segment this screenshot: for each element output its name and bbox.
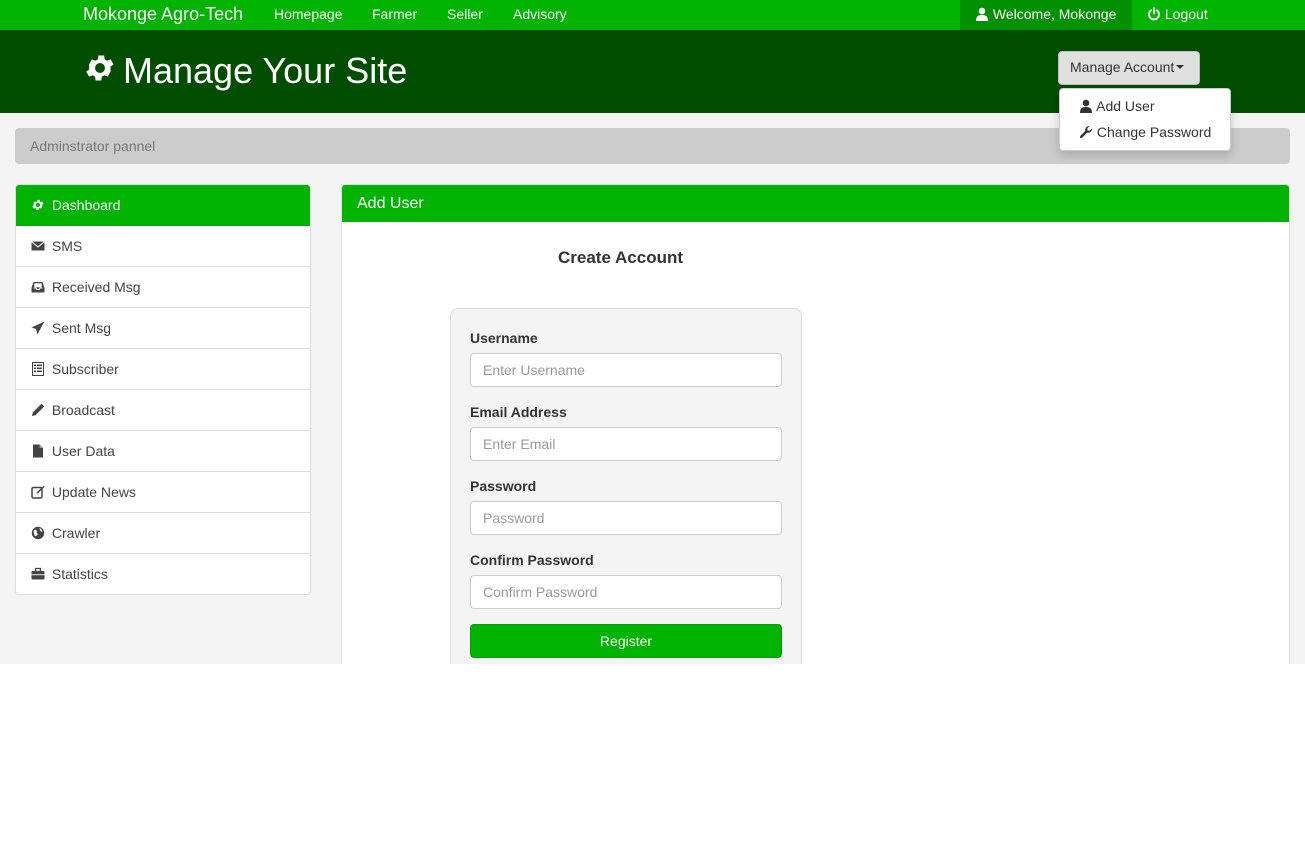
sidebar-item-user-data[interactable]: User Data [16, 431, 310, 472]
manage-account-button[interactable]: Manage Account [1058, 51, 1200, 85]
dropdown-add-user[interactable]: Add User [1079, 98, 1154, 116]
brand-link[interactable]: Mokonge Agro-Tech [83, 4, 243, 25]
gear-icon [83, 51, 117, 94]
welcome-text: Welcome, Mokonge [992, 6, 1117, 22]
password-input[interactable] [470, 501, 782, 535]
sidebar-item-update-news[interactable]: Update News [16, 472, 310, 513]
send-icon [31, 321, 45, 338]
dropdown-add-user-label: Add User [1096, 98, 1155, 114]
sidebar-item-label: Received Msg [51, 279, 141, 295]
sidebar-item-dashboard[interactable]: Dashboard [16, 185, 310, 226]
logout-label: Logout [1164, 6, 1208, 22]
email-label: Email Address [470, 404, 567, 420]
top-navbar: Mokonge Agro-Tech Homepage Farmer Seller… [0, 0, 1305, 30]
sidebar-item-crawler[interactable]: Crawler [16, 513, 310, 554]
nav-seller[interactable]: Seller [447, 6, 483, 22]
panel-heading: Add User [342, 185, 1289, 222]
email-input[interactable] [470, 427, 782, 461]
user-icon [975, 7, 989, 24]
confirm-password-input[interactable] [470, 575, 782, 609]
sidebar-item-label: User Data [51, 443, 115, 459]
sidebar: Dashboard SMS Received Msg Sent Msg Subs… [15, 184, 311, 595]
nav-homepage[interactable]: Homepage [274, 6, 343, 22]
envelope-icon [31, 239, 45, 256]
nav-farmer[interactable]: Farmer [372, 6, 417, 22]
sidebar-item-label: Sent Msg [51, 320, 112, 336]
sidebar-item-label: Broadcast [51, 402, 115, 418]
username-label: Username [470, 330, 538, 346]
register-button[interactable]: Register [470, 624, 782, 658]
welcome-user-link[interactable]: Welcome, Mokonge [960, 0, 1132, 30]
manage-account-label: Manage Account [1070, 59, 1175, 75]
breadcrumb-text: Adminstrator pannel [30, 138, 156, 154]
page-title-text: Manage Your Site [123, 50, 408, 91]
sidebar-item-sms[interactable]: SMS [16, 226, 310, 267]
sidebar-item-sent-msg[interactable]: Sent Msg [16, 308, 310, 349]
sidebar-item-label: SMS [51, 238, 83, 254]
add-user-panel: Add User Create Account Username Email A… [341, 184, 1290, 664]
nav-advisory[interactable]: Advisory [513, 6, 567, 22]
sidebar-item-statistics[interactable]: Statistics [16, 554, 310, 594]
globe-icon [31, 526, 45, 543]
username-input[interactable] [470, 353, 782, 387]
password-label: Password [470, 478, 537, 494]
create-account-form: Username Email Address Password Confirm … [450, 308, 802, 664]
sidebar-item-label: Statistics [51, 566, 108, 582]
edit-icon [31, 485, 45, 502]
gear-icon [31, 198, 45, 215]
page-title: Manage Your Site [83, 50, 407, 94]
user-icon [1079, 99, 1093, 116]
confirm-password-label: Confirm Password [470, 552, 594, 568]
power-icon [1147, 7, 1161, 24]
wrench-icon [1079, 125, 1093, 142]
sidebar-item-label: Subscriber [51, 361, 119, 377]
briefcase-icon [31, 567, 45, 584]
manage-account-dropdown: Add User Change Password [1059, 88, 1231, 151]
dropdown-change-password[interactable]: Change Password [1079, 124, 1211, 142]
sidebar-item-label: Dashboard [51, 197, 121, 213]
dropdown-change-password-label: Change Password [1096, 124, 1212, 140]
logout-link[interactable]: Logout [1147, 6, 1208, 24]
form-title: Create Account [558, 248, 684, 267]
caret-down-icon [1176, 65, 1185, 69]
pencil-icon [31, 403, 45, 420]
sidebar-item-received-msg[interactable]: Received Msg [16, 267, 310, 308]
sidebar-item-label: Crawler [51, 525, 101, 541]
sidebar-item-label: Update News [51, 484, 136, 500]
file-icon [31, 444, 45, 461]
list-icon [31, 362, 45, 379]
sidebar-item-broadcast[interactable]: Broadcast [16, 390, 310, 431]
sidebar-item-subscriber[interactable]: Subscriber [16, 349, 310, 390]
inbox-icon [31, 280, 45, 297]
